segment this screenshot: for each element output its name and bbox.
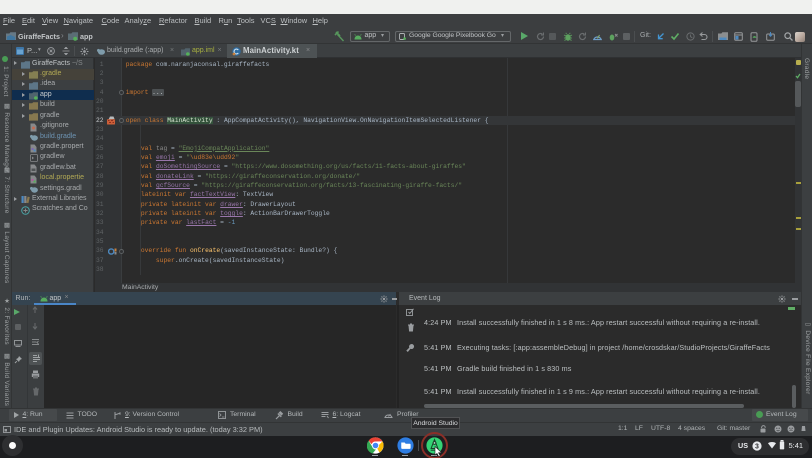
svg-text:3: 3 — [755, 443, 759, 450]
